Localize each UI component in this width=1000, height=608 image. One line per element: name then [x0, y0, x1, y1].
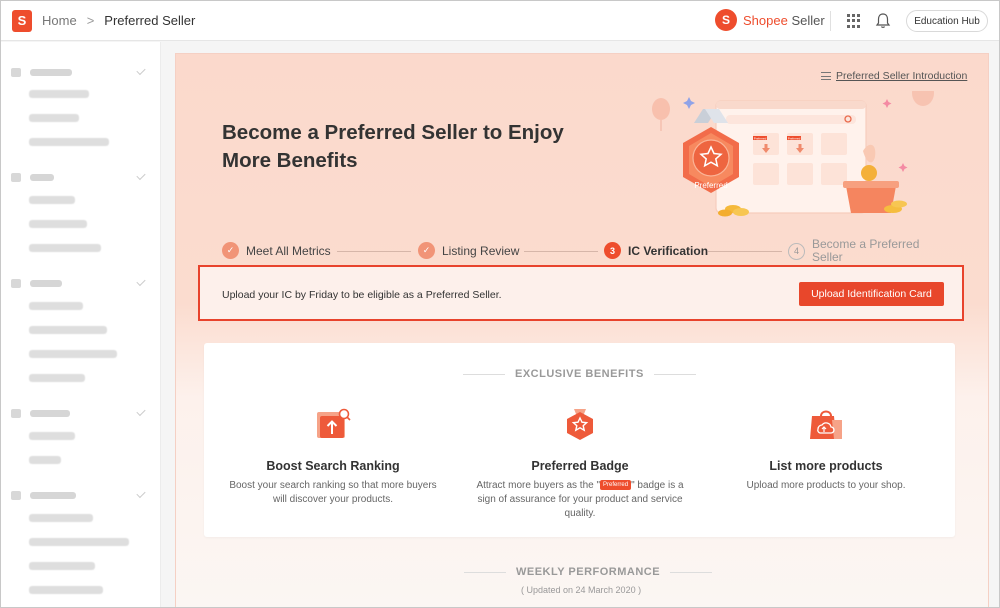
table-preferred-label: Preferred — [788, 136, 801, 140]
table-preferred-label: Preferred — [754, 136, 767, 140]
breadcrumb-home[interactable]: Home — [42, 13, 77, 28]
sidebar-item[interactable] — [29, 562, 95, 570]
preferred-badge-icon — [567, 409, 593, 440]
step-listing-review: ✓ Listing Review — [418, 242, 519, 259]
step-label: Listing Review — [442, 243, 520, 258]
step-label: Meet All Metrics — [246, 243, 331, 258]
sidebar-item[interactable] — [29, 538, 129, 546]
page-title: Become a Preferred Seller to Enjoy More … — [222, 121, 564, 172]
weekly-updated-date: ( Updated on 24 March 2020 ) — [521, 585, 642, 595]
sidebar-section-header[interactable] — [11, 408, 70, 418]
chevron-icon[interactable] — [136, 170, 146, 181]
benefit-title: Preferred Badge — [531, 459, 629, 473]
preferred-seller-intro-link[interactable]: Preferred Seller Introduction — [821, 70, 967, 82]
breadcrumb-current: Preferred Seller — [104, 13, 196, 28]
section-icon — [11, 490, 21, 500]
step-label: Become a Preferred Seller — [812, 237, 920, 264]
weekly-performance-title: WEEKLY PERFORMANCE — [464, 566, 713, 578]
check-icon: ✓ — [418, 242, 435, 259]
ranking-icon — [317, 408, 351, 438]
benefit-boost-search-ranking: Boost Search Ranking Boost your search r… — [223, 406, 443, 507]
notification-bell-icon[interactable] — [875, 12, 891, 30]
medal-preferred-label: Preferred — [694, 181, 727, 190]
sidebar-item[interactable] — [29, 114, 79, 122]
breadcrumb-separator-icon: > — [86, 13, 95, 28]
upload-identification-card-button[interactable]: Upload Identification Card — [799, 282, 944, 306]
sidebar-item[interactable] — [29, 586, 103, 594]
sidebar-item[interactable] — [29, 432, 75, 440]
alert-message: Upload your IC by Friday to be eligible … — [222, 289, 502, 301]
benefits-section-title: EXCLUSIVE BENEFITS — [463, 368, 696, 380]
step-meet-all-metrics: ✓ Meet All Metrics — [222, 242, 331, 259]
chevron-icon[interactable] — [136, 276, 146, 287]
ic-upload-alert: Upload your IC by Friday to be eligible … — [198, 265, 964, 321]
benefit-preferred-badge: Preferred Badge Attract more buyers as t… — [470, 406, 690, 521]
step-ic-verification: 3 IC Verification — [604, 242, 708, 259]
check-icon: ✓ — [222, 242, 239, 259]
section-icon — [11, 67, 21, 77]
benefit-description: Boost your search ranking so that more b… — [229, 480, 437, 505]
chevron-icon[interactable] — [136, 488, 146, 499]
sidebar-item[interactable] — [29, 326, 107, 334]
chevron-icon[interactable] — [136, 406, 146, 417]
education-hub-button[interactable]: Education Hub — [906, 10, 988, 32]
sidebar-section-header[interactable] — [11, 172, 54, 182]
step-connector — [524, 251, 598, 252]
shopee-logo-icon[interactable]: S — [12, 9, 32, 32]
benefit-description: Upload more products to your shop. — [746, 480, 906, 491]
shopee-bag-icon: S — [715, 9, 737, 31]
top-bar: S Home > Preferred Seller S Shopee Selle… — [1, 1, 999, 41]
sidebar-item[interactable] — [29, 302, 83, 310]
header-divider — [830, 11, 831, 31]
apps-grid-icon[interactable] — [847, 14, 861, 28]
step-label: IC Verification — [628, 243, 709, 258]
sidebar-item[interactable] — [29, 350, 117, 358]
step-number-badge: 4 — [788, 242, 805, 260]
sidebar-item[interactable] — [29, 90, 89, 98]
list-icon — [821, 72, 831, 80]
sidebar-section-header[interactable] — [11, 490, 76, 500]
benefit-title: List more products — [769, 459, 883, 473]
preferred-seller-illustration: Preferred Preferred Preferred — [652, 91, 934, 217]
brand-name: Shopee — [743, 12, 788, 28]
sidebar-item[interactable] — [29, 374, 85, 382]
shopee-seller-brand[interactable]: S Shopee Seller — [715, 9, 825, 31]
benefit-title: Boost Search Ranking — [266, 459, 400, 473]
step-become-preferred-seller: 4 Become a Preferred Seller — [788, 238, 938, 264]
intro-link-label: Preferred Seller Introduction — [836, 70, 968, 82]
sidebar-item[interactable] — [29, 244, 101, 252]
app-frame: S Home > Preferred Seller S Shopee Selle… — [0, 0, 1000, 608]
sidebar-item[interactable] — [29, 456, 61, 464]
benefit-list-more-products: List more products Upload more products … — [716, 406, 936, 493]
section-icon — [11, 278, 21, 288]
product-bag-icon — [810, 410, 842, 439]
sidebar-item[interactable] — [29, 514, 93, 522]
chevron-icon[interactable] — [136, 65, 146, 76]
step-connector — [708, 251, 782, 252]
sidebar-item[interactable] — [29, 196, 75, 204]
sidebar-item[interactable] — [29, 220, 87, 228]
sidebar-item[interactable] — [29, 138, 109, 146]
section-icon — [11, 172, 21, 182]
sidebar-section-header[interactable] — [11, 278, 62, 288]
inline-preferred-badge: Preferred — [600, 480, 632, 491]
section-icon — [11, 408, 21, 418]
brand-suffix: Seller — [787, 12, 825, 28]
benefit-description: Attract more buyers as the " Preferred " b… — [476, 480, 684, 519]
step-number-badge: 3 — [604, 242, 621, 259]
step-connector — [337, 251, 411, 252]
sidebar-section-header[interactable] — [11, 67, 72, 77]
sidebar — [1, 42, 161, 607]
